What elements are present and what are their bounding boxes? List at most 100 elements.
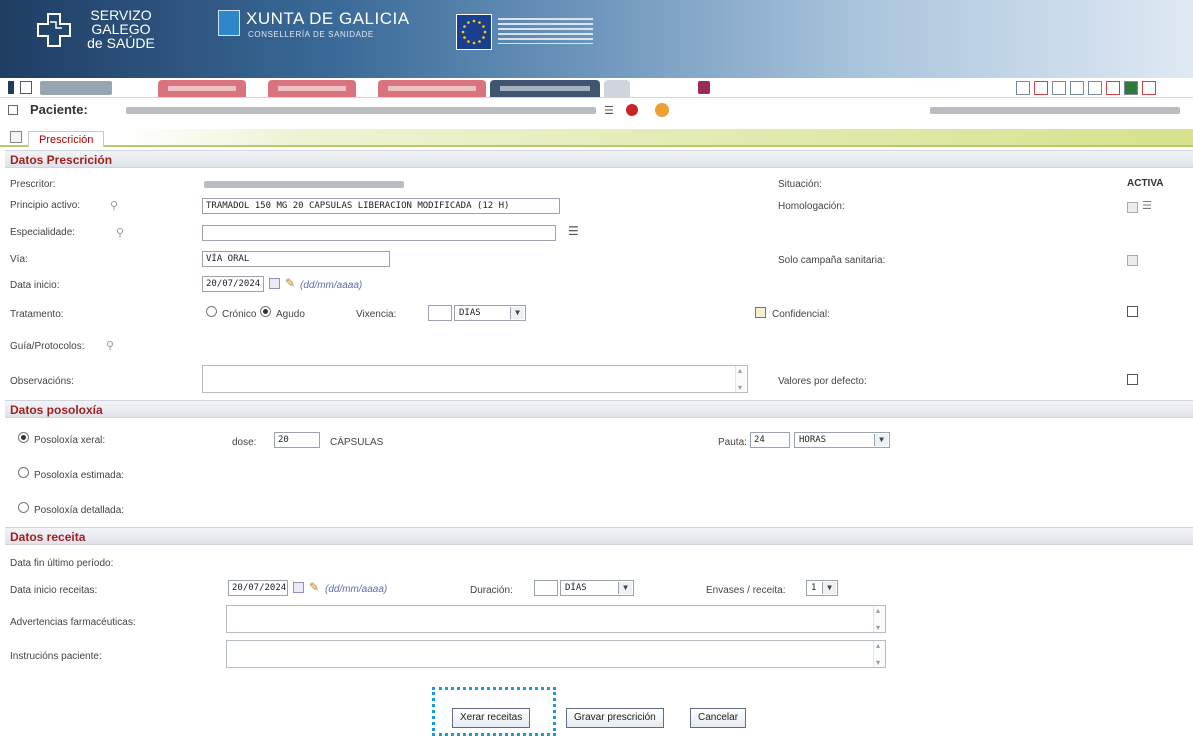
via-input[interactable]: VÍA ORAL: [202, 251, 390, 267]
pauta-input[interactable]: 24: [750, 432, 790, 448]
alert-circle-icon[interactable]: [626, 104, 638, 116]
posoloxia-xeral-radio[interactable]: [18, 432, 29, 443]
calendar-icon[interactable]: [293, 582, 304, 593]
eu-flag-icon: [456, 14, 492, 50]
textarea-scrollbar[interactable]: [735, 366, 747, 392]
vixencia-label: Vixencia:: [356, 309, 397, 320]
alert-icon[interactable]: [698, 81, 710, 94]
sergas-line: GALEGO: [91, 21, 151, 37]
tab-prescricion[interactable]: Prescrición: [28, 131, 105, 147]
search-icon[interactable]: [1052, 81, 1066, 95]
user-selector[interactable]: [40, 81, 112, 95]
patient-info-redacted: [126, 107, 596, 114]
envases-receita-label: Envases / receita:: [706, 585, 786, 596]
nav-tab-3[interactable]: [378, 80, 486, 97]
chevron-down-icon[interactable]: ▼: [874, 434, 888, 446]
confidencial-icon: [755, 307, 766, 318]
textarea-scrollbar[interactable]: [873, 641, 885, 667]
tool-icon-4[interactable]: [1070, 81, 1084, 95]
tool-icon-2[interactable]: [1034, 81, 1048, 95]
menu-icon[interactable]: [8, 81, 14, 94]
cancelar-button[interactable]: Cancelar: [690, 708, 747, 728]
advertencias-textarea[interactable]: [226, 605, 886, 633]
search-especialidade-icon[interactable]: ⚲: [116, 227, 124, 238]
eu-fund-text: [498, 18, 593, 44]
instrucions-paciente-label: Instrucións paciente:: [10, 651, 102, 662]
list-icon[interactable]: ☰: [604, 105, 614, 116]
pauta-unit-select[interactable]: HORAS ▼: [794, 432, 890, 448]
dose-unit: CÁPSULAS: [330, 437, 384, 448]
prescritor-label: Prescritor:: [10, 179, 56, 190]
pencil-icon[interactable]: ✎: [309, 581, 319, 593]
data-inicio-label: Data inicio:: [10, 280, 60, 291]
observacions-textarea[interactable]: [202, 365, 748, 393]
edit-especialidade-icon[interactable]: ☰: [568, 225, 579, 237]
section-datos-posoloxia: Datos posoloxía: [5, 400, 1193, 418]
especialidade-input[interactable]: [202, 225, 556, 241]
cronico-label: Crónico: [222, 309, 257, 320]
valores-defecto-checkbox[interactable]: [1127, 374, 1138, 385]
section-title: Datos posoloxía: [10, 403, 103, 417]
calendar-icon[interactable]: [269, 278, 280, 289]
xerar-receitas-button[interactable]: Xerar receitas: [452, 708, 531, 728]
gravar-prescricion-button[interactable]: Gravar prescrición: [566, 708, 664, 728]
chevron-down-icon[interactable]: ▼: [618, 582, 632, 594]
valores-defecto-label: Valores por defecto:: [778, 376, 867, 387]
agudo-label: Agudo: [276, 309, 305, 320]
duracion-input[interactable]: [534, 580, 558, 596]
homologacion-label: Homologación:: [778, 201, 845, 212]
situacion-value: ACTIVA: [1127, 178, 1164, 189]
prescritor-value-redacted: [204, 181, 404, 188]
via-label: Vía:: [10, 254, 28, 265]
data-inicio-receitas-input[interactable]: 20/07/2024: [228, 580, 288, 596]
posoloxia-detallada-label: Posoloxía detallada:: [34, 505, 125, 516]
warning-circle-icon[interactable]: [655, 103, 669, 117]
textarea-scrollbar[interactable]: [873, 606, 885, 632]
data-inicio-receitas-label: Data inicio receitas:: [10, 585, 98, 596]
xunta-emblem-icon: [218, 10, 240, 36]
tool-icon-1[interactable]: [1016, 81, 1030, 95]
tab-strip: Prescrición: [0, 129, 1193, 147]
confidencial-checkbox[interactable]: [1127, 306, 1138, 317]
especialidade-label: Especialidade:: [10, 227, 76, 238]
data-inicio-input[interactable]: 20/07/2024: [202, 276, 264, 292]
guia-protocolos-label: Guía/Protocolos:: [10, 341, 85, 352]
tool-icon-8[interactable]: [1142, 81, 1156, 95]
search-principio-icon[interactable]: ⚲: [110, 200, 118, 211]
nav-tab-prescricions[interactable]: [490, 80, 600, 97]
tratamento-label: Tratamento:: [10, 309, 64, 320]
chevron-down-icon[interactable]: ▼: [822, 582, 836, 594]
tool-icon-6[interactable]: [1106, 81, 1120, 95]
dose-label: dose:: [232, 437, 257, 448]
pencil-icon[interactable]: ✎: [285, 277, 295, 289]
tab-collapse-icon[interactable]: [10, 131, 22, 143]
nav-tab-2[interactable]: [268, 80, 356, 97]
duracion-unit-select[interactable]: DÍAS ▼: [560, 580, 634, 596]
cronico-radio[interactable]: [206, 306, 217, 317]
solo-campana-label: Solo campaña sanitaria:: [778, 255, 886, 266]
principio-activo-input[interactable]: TRAMADOL 150 MG 20 CAPSULAS LIBERACION M…: [202, 198, 560, 214]
nav-tab-1[interactable]: [158, 80, 246, 97]
observacions-label: Observacións:: [10, 376, 74, 387]
agudo-radio[interactable]: [260, 306, 271, 317]
principio-activo-label: Principio activo:: [10, 200, 81, 211]
search-guia-icon[interactable]: ⚲: [106, 340, 114, 351]
solo-campana-checkbox: [1127, 255, 1138, 266]
user-icon[interactable]: [1124, 81, 1138, 95]
nav-tab-extra[interactable]: [604, 80, 630, 97]
tool-icon-5[interactable]: [1088, 81, 1102, 95]
instrucions-paciente-textarea[interactable]: [226, 640, 886, 668]
document-icon[interactable]: [20, 81, 32, 94]
envases-receita-select[interactable]: 1 ▼: [806, 580, 838, 596]
posoloxia-estimada-radio[interactable]: [18, 467, 29, 478]
vixencia-unit-select[interactable]: DIAS ▼: [454, 305, 526, 321]
patient-checkbox[interactable]: [8, 105, 18, 115]
dose-input[interactable]: 20: [274, 432, 320, 448]
vixencia-input[interactable]: [428, 305, 452, 321]
patient-bar: Paciente: ☰: [0, 99, 1193, 121]
posoloxia-detallada-radio[interactable]: [18, 502, 29, 513]
chevron-down-icon[interactable]: ▼: [510, 307, 524, 319]
sergas-line: de SAÚDE: [87, 35, 155, 51]
homologacion-list-icon[interactable]: ☰: [1142, 200, 1152, 211]
date-format-hint: (dd/mm/aaaa): [325, 584, 388, 595]
